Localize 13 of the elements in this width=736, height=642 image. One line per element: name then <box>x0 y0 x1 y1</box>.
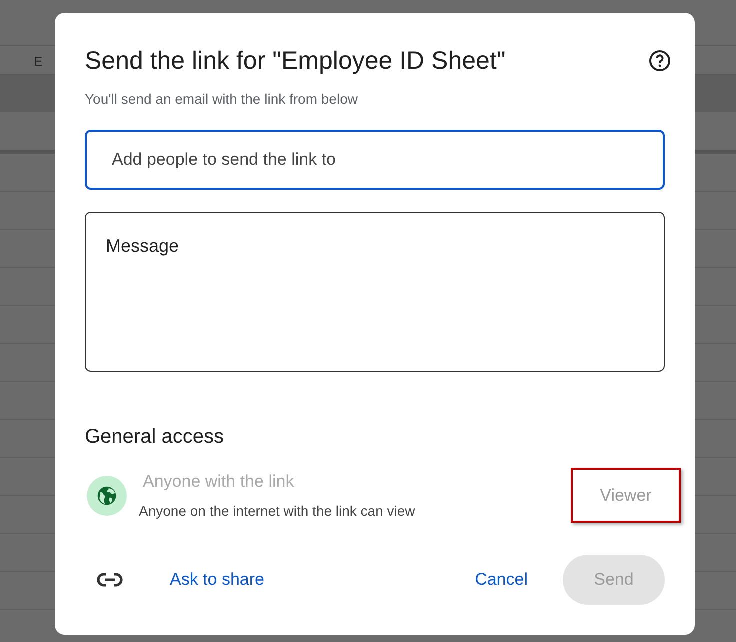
recipients-field[interactable]: Add people to send the link to <box>85 130 665 190</box>
link-icon[interactable] <box>97 573 123 587</box>
message-field[interactable]: Message <box>85 212 665 372</box>
section-heading: General access <box>85 425 225 450</box>
dialog-title: Send the link for "Employee ID Sheet" <box>85 46 506 77</box>
column-header: E <box>34 53 43 71</box>
globe-icon <box>87 476 127 516</box>
cancel-button[interactable]: Cancel <box>467 555 536 605</box>
help-icon[interactable] <box>648 49 672 73</box>
role-dropdown[interactable]: Viewer <box>571 468 681 523</box>
ask-to-share-link[interactable]: Ask to share <box>170 567 264 593</box>
access-description: Anyone on the internet with the link can view <box>139 502 416 521</box>
dialog-subtitle: You'll send an email with the link from below <box>85 90 359 109</box>
